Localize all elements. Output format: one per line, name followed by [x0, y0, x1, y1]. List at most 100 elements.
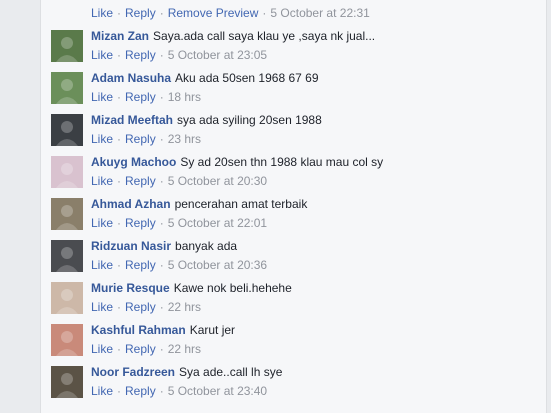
comment-text: Kawe nok beli.hehehe	[173, 281, 292, 295]
reply-link[interactable]: Reply	[125, 258, 156, 272]
avatar-image	[51, 366, 83, 398]
reply-link[interactable]: Reply	[125, 6, 156, 20]
commenter-name[interactable]: Mizan Zan	[91, 29, 149, 43]
avatar[interactable]	[51, 366, 83, 398]
avatar[interactable]	[51, 30, 83, 62]
comment-timestamp[interactable]: 5 October at 22:31	[270, 6, 369, 20]
comment-body: Adam Nasuha Aku ada 50sen 1968 67 69	[91, 71, 319, 85]
comment-timestamp[interactable]: 5 October at 20:36	[168, 258, 267, 272]
like-link[interactable]: Like	[91, 216, 113, 230]
avatar-image	[51, 198, 83, 230]
avatar-image	[51, 282, 83, 314]
comment-timestamp[interactable]: 23 hrs	[168, 132, 201, 146]
avatar[interactable]	[51, 72, 83, 104]
separator-dot: ·	[159, 216, 164, 230]
comment-body: Mizan Zan Saya.ada call saya klau ye ,say…	[91, 29, 375, 43]
reply-link[interactable]: Reply	[125, 300, 156, 314]
avatar-image	[51, 156, 83, 188]
avatar[interactable]	[51, 198, 83, 230]
comment-actions: Like · Reply · 5 October at 23:05	[91, 48, 267, 62]
avatar-image	[51, 30, 83, 62]
comment-text: Saya.ada call saya klau ye ,saya nk jual…	[153, 29, 376, 43]
comment-item: Adam Nasuha Aku ada 50sen 1968 67 69 Like ·…	[51, 71, 541, 114]
comment-text: Sya ade..call lh sye	[179, 365, 283, 379]
comment-body: Akuyg Machoo Sy ad 20sen thn 1988 klau ma…	[91, 155, 383, 169]
avatar-image	[51, 240, 83, 272]
commenter-name[interactable]: Kashful Rahman	[91, 323, 186, 337]
avatar-image	[51, 324, 83, 356]
avatar[interactable]	[51, 156, 83, 188]
reply-link[interactable]: Reply	[125, 174, 156, 188]
comment-actions: Like · Reply · 22 hrs	[91, 300, 201, 314]
comment-timestamp[interactable]: 5 October at 23:05	[168, 48, 267, 62]
comment-timestamp[interactable]: 22 hrs	[168, 300, 201, 314]
like-link[interactable]: Like	[91, 132, 113, 146]
commenter-name[interactable]: Adam Nasuha	[91, 71, 171, 85]
reply-link[interactable]: Reply	[125, 216, 156, 230]
avatar[interactable]	[51, 324, 83, 356]
reply-link[interactable]: Reply	[125, 342, 156, 356]
like-link[interactable]: Like	[91, 90, 113, 104]
comment-item: Ahmad Azhan pencerahan amat terbaik Like · R…	[51, 197, 541, 240]
comment-body: Ahmad Azhan pencerahan amat terbaik	[91, 197, 307, 211]
comment-item: Murie Resque Kawe nok beli.hehehe Like · Rep…	[51, 281, 541, 324]
commenter-name[interactable]: Mizad Meeftah	[91, 113, 173, 127]
like-link[interactable]: Like	[91, 174, 113, 188]
comment-body: Kashful Rahman Karut jer	[91, 323, 235, 337]
like-link[interactable]: Like	[91, 6, 113, 20]
comment-timestamp[interactable]: 5 October at 23:40	[168, 384, 267, 398]
comment-item: Mizan Zan Saya.ada call saya klau ye ,say…	[51, 29, 541, 72]
like-link[interactable]: Like	[91, 48, 113, 62]
remove-preview-link[interactable]: Remove Preview	[168, 6, 259, 20]
like-link[interactable]: Like	[91, 300, 113, 314]
reply-link[interactable]: Reply	[125, 384, 156, 398]
comment-timestamp[interactable]: 18 hrs	[168, 90, 201, 104]
comment-body: Mizad Meeftah sya ada syiling 20sen 1988	[91, 113, 322, 127]
commenter-name[interactable]: Ahmad Azhan	[91, 197, 171, 211]
commenter-name[interactable]: Akuyg Machoo	[91, 155, 176, 169]
comment-body: Ridzuan Nasir banyak ada	[91, 239, 237, 253]
comments-panel: Like · Reply · Remove Preview · 5 October at 2…	[40, 0, 547, 413]
separator-dot: ·	[117, 90, 122, 104]
like-link[interactable]: Like	[91, 342, 113, 356]
reply-link[interactable]: Reply	[125, 132, 156, 146]
comment-body: Noor Fadzreen Sya ade..call lh sye	[91, 365, 282, 379]
previous-comment-actions: Like · Reply · Remove Preview · 5 October at 2…	[91, 6, 370, 20]
comment-actions: Like · Reply · 18 hrs	[91, 90, 201, 104]
comment-text: Aku ada 50sen 1968 67 69	[175, 71, 319, 85]
comment-timestamp[interactable]: 22 hrs	[168, 342, 201, 356]
avatar[interactable]	[51, 282, 83, 314]
separator-dot: ·	[159, 258, 164, 272]
avatar-image	[51, 114, 83, 146]
reply-link[interactable]: Reply	[125, 48, 156, 62]
separator-dot: ·	[117, 6, 122, 20]
like-link[interactable]: Like	[91, 384, 113, 398]
separator-dot: ·	[159, 174, 164, 188]
avatar[interactable]	[51, 114, 83, 146]
avatar[interactable]	[51, 240, 83, 272]
separator-dot: ·	[159, 384, 164, 398]
separator-dot: ·	[159, 300, 164, 314]
comment-actions: Like · Reply · 22 hrs	[91, 342, 201, 356]
commenter-name[interactable]: Ridzuan Nasir	[91, 239, 171, 253]
separator-dot: ·	[117, 216, 122, 230]
commenter-name[interactable]: Noor Fadzreen	[91, 365, 175, 379]
separator-dot: ·	[159, 132, 164, 146]
commenter-name[interactable]: Murie Resque	[91, 281, 170, 295]
comment-actions: Like · Reply · 5 October at 22:01	[91, 216, 267, 230]
comment-item: Mizad Meeftah sya ada syiling 20sen 1988 L…	[51, 113, 541, 156]
comment-text: Sy ad 20sen thn 1988 klau mau col sy	[180, 155, 384, 169]
separator-dot: ·	[117, 174, 122, 188]
separator-dot: ·	[159, 6, 164, 20]
comment-item: Kashful Rahman Karut jer Like · Reply · 22 hrs	[51, 323, 541, 366]
comment-item: Noor Fadzreen Sya ade..call lh sye Like · Re…	[51, 365, 541, 408]
like-link[interactable]: Like	[91, 258, 113, 272]
comment-timestamp[interactable]: 5 October at 20:30	[168, 174, 267, 188]
comment-actions: Like · Reply · 5 October at 20:30	[91, 174, 267, 188]
separator-dot: ·	[117, 300, 122, 314]
comment-actions: Like · Reply · 5 October at 23:40	[91, 384, 267, 398]
comment-timestamp[interactable]: 5 October at 22:01	[168, 216, 267, 230]
reply-link[interactable]: Reply	[125, 90, 156, 104]
separator-dot: ·	[159, 90, 164, 104]
comment-body: Murie Resque Kawe nok beli.hehehe	[91, 281, 292, 295]
